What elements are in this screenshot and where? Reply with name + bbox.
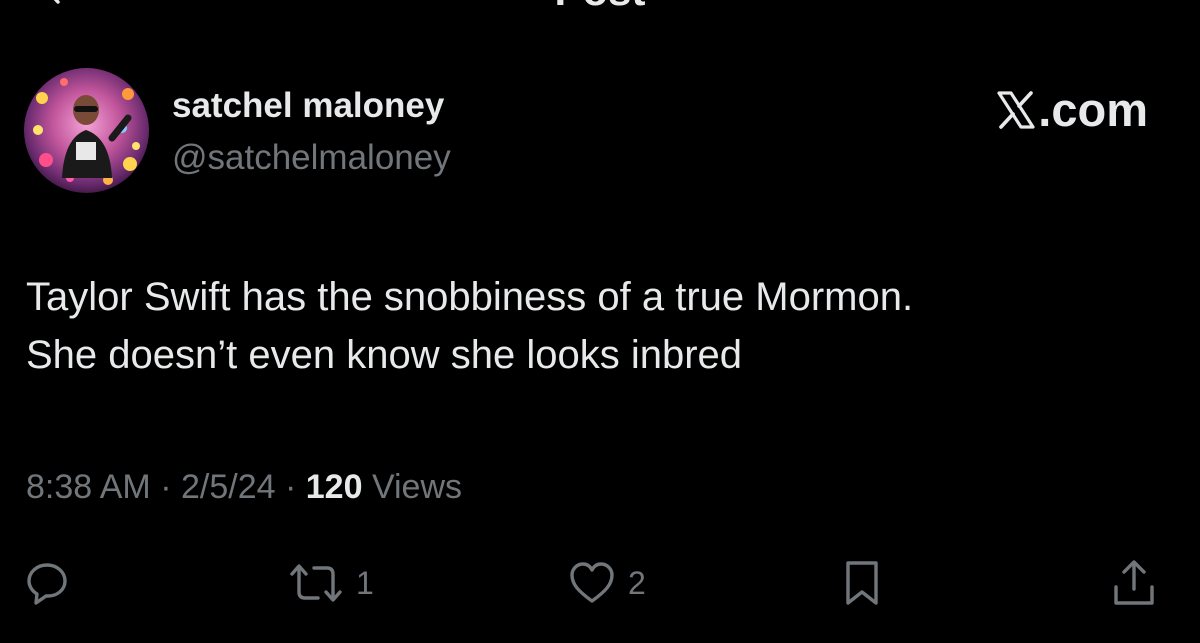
x-logo-icon <box>997 91 1035 129</box>
tweet-line: She doesn’t even know she looks inbred <box>26 333 743 377</box>
tweet-line: Taylor Swift has the snobbiness of a tru… <box>26 275 914 319</box>
meta-separator: · <box>160 468 172 506</box>
avatar[interactable] <box>24 68 149 193</box>
views-count: 120 <box>305 468 363 506</box>
author-handle[interactable]: @satchelmaloney <box>172 136 451 180</box>
reply-button[interactable] <box>24 555 70 611</box>
action-bar: 1 2 <box>0 555 1200 611</box>
page-title: Post <box>0 0 1200 12</box>
like-count: 2 <box>628 565 646 601</box>
tweet-time[interactable]: 8:38 AM <box>26 468 151 506</box>
x-com-watermark: .com <box>996 84 1148 136</box>
share-icon <box>1114 560 1154 605</box>
bookmark-icon <box>846 561 878 605</box>
like-button[interactable]: 2 <box>568 555 646 611</box>
heart-icon <box>570 562 614 603</box>
meta-separator: · <box>284 468 297 506</box>
repost-button[interactable]: 1 <box>288 555 374 611</box>
views-label: Views <box>371 468 463 506</box>
reply-icon <box>27 563 67 605</box>
repost-count: 1 <box>356 565 374 601</box>
share-button[interactable] <box>1110 555 1158 611</box>
tweet-meta: 8:38 AM · 2/5/24 · 120 Views <box>26 464 462 510</box>
bookmark-button[interactable] <box>840 555 884 611</box>
watermark-text: .com <box>1038 83 1148 136</box>
repost-icon <box>290 564 342 602</box>
tweet-date[interactable]: 2/5/24 <box>181 468 276 506</box>
tweet-text: Taylor Swift has the snobbiness of a tru… <box>26 268 1176 384</box>
top-nav-bar: Post <box>0 0 1200 14</box>
avatar-image <box>24 68 149 193</box>
author-display-name[interactable]: satchel maloney <box>172 84 444 128</box>
